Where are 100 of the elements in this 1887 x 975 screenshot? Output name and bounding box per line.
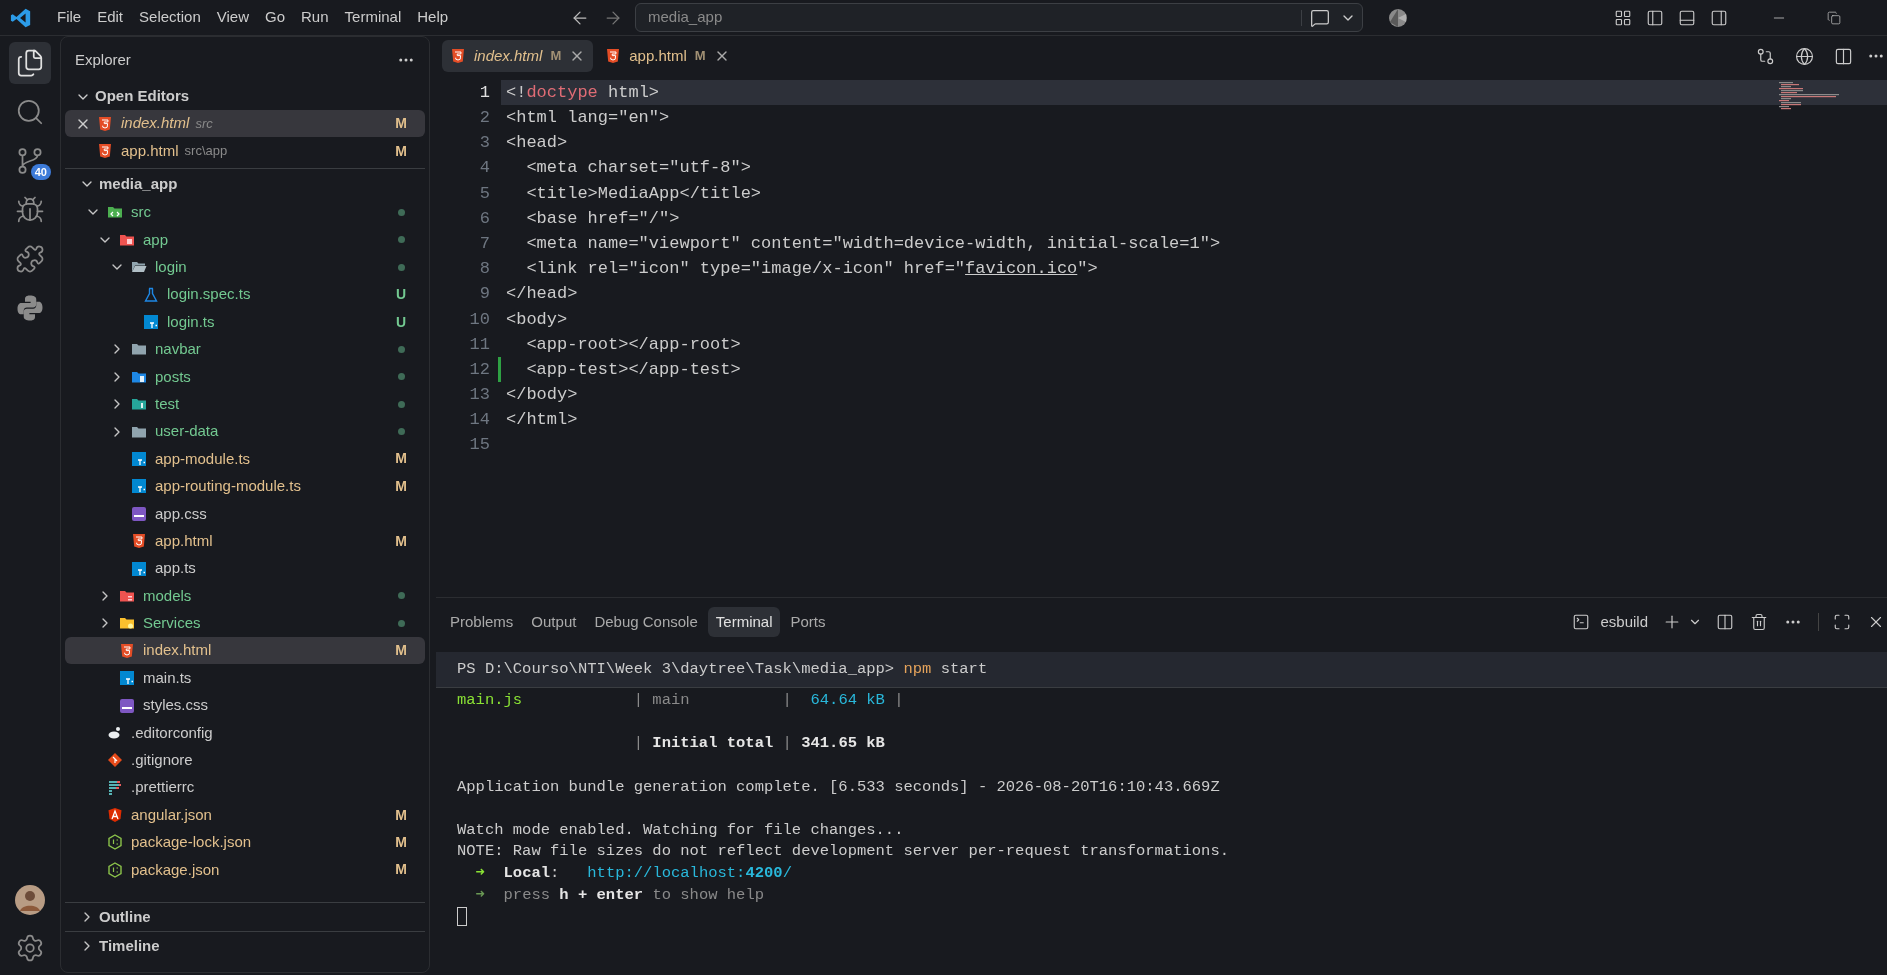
avatar-icon[interactable] — [15, 885, 45, 915]
terminal-cursor — [457, 907, 467, 927]
file-name: app-routing-module.ts — [155, 476, 301, 497]
git-status-letter: M — [394, 476, 408, 496]
file-name: main.ts — [143, 667, 192, 688]
code-line: <meta name="viewport" content="width=device-width, initial-scale=1"> — [525, 232, 1221, 255]
menu-item[interactable]: Help — [409, 3, 457, 32]
settings-icon[interactable] — [15, 933, 45, 963]
file-name: login.spec.ts — [167, 284, 251, 305]
editor-tab[interactable]: index.html M — [442, 40, 594, 72]
open-editor-row[interactable]: app.html src\app M — [65, 137, 425, 165]
html-file-icon — [605, 48, 622, 64]
editor-tab[interactable]: app.html M — [597, 40, 738, 72]
file-row[interactable]: app.ts — [65, 554, 425, 583]
code-line: <html lang="en"> — [506, 107, 670, 130]
count-badge: 40 — [30, 164, 51, 180]
line-number: 2 — [478, 107, 490, 130]
file-name: app-module.ts — [155, 448, 251, 469]
split-terminal-icon[interactable] — [1716, 613, 1734, 631]
trash-icon[interactable] — [1750, 613, 1768, 631]
folder-row[interactable]: Services — [65, 609, 425, 638]
file-row[interactable]: app-module.ts M — [65, 445, 425, 473]
git-status-letter: U — [394, 312, 408, 332]
terminal-line: NOTE: Raw file sizes do not reflect development server per-request transformations. — [457, 841, 1230, 863]
panel-toggle-icon[interactable] — [1678, 8, 1696, 27]
menu-item[interactable]: Run — [293, 3, 337, 32]
code-line: <base href="/"> — [525, 207, 680, 230]
panel-tab[interactable]: Output — [523, 607, 585, 637]
git-status-letter: M — [394, 531, 408, 551]
file-name: src — [131, 202, 151, 223]
activity-button[interactable] — [9, 42, 51, 84]
file-row[interactable]: index.html M — [65, 637, 425, 665]
file-row[interactable]: angular.json M — [65, 801, 425, 829]
file-row[interactable]: app.css — [65, 500, 425, 528]
files-icon — [15, 48, 45, 78]
secondary-sidebar-toggle-icon[interactable] — [1710, 8, 1728, 27]
file-row[interactable]: app.html M — [65, 527, 425, 555]
file-name: login — [155, 257, 187, 277]
file-row[interactable]: login.spec.ts U — [65, 280, 425, 309]
menu-item[interactable]: View — [208, 3, 257, 32]
folder-row[interactable]: models — [65, 582, 425, 610]
file-row[interactable]: .prettierrc — [65, 774, 425, 802]
sidebar-toggle-icon[interactable] — [1646, 8, 1664, 27]
open-editor-row[interactable]: index.html src M — [65, 110, 425, 138]
section-header[interactable]: media_app — [65, 167, 425, 199]
folder-row[interactable]: posts — [65, 363, 425, 391]
file-name: posts — [155, 366, 191, 387]
flask-icon — [143, 286, 159, 303]
folder-row[interactable]: user-data — [65, 417, 425, 446]
panel-tab[interactable]: Debug Console — [586, 607, 706, 637]
compare-icon[interactable] — [1756, 46, 1775, 66]
folder-row[interactable]: login — [65, 253, 425, 281]
folder-row[interactable]: src — [65, 198, 425, 227]
file-name: app.html — [121, 140, 179, 161]
folder-row[interactable]: test — [65, 390, 425, 418]
python-icon — [15, 293, 45, 323]
panel-tab[interactable]: Ports — [782, 607, 834, 637]
panel-tab[interactable]: Terminal — [707, 607, 781, 637]
globe-icon[interactable] — [1795, 46, 1814, 66]
file-row[interactable]: login.ts U — [65, 308, 425, 336]
file-row[interactable]: app-routing-module.ts M — [65, 472, 425, 501]
folder-icon — [131, 341, 147, 358]
css-file-icon — [119, 697, 135, 714]
terminal-icon — [1572, 613, 1591, 631]
file-row[interactable]: main.ts — [65, 664, 425, 692]
maximize-icon[interactable] — [1833, 613, 1851, 631]
panel-tab[interactable]: Problems — [442, 607, 522, 637]
restore-icon[interactable] — [1827, 10, 1841, 25]
code-line: <head> — [506, 132, 568, 155]
line-number: 13 — [468, 384, 490, 407]
line-number: 8 — [478, 258, 490, 281]
code-line: <app-test></app-test> — [525, 358, 741, 381]
terminal-name[interactable]: esbuild — [1600, 610, 1648, 634]
folder-row[interactable]: app — [65, 226, 425, 254]
command-center[interactable]: media_app — [635, 3, 1363, 32]
activity-button[interactable]: 40 — [9, 140, 51, 182]
file-row[interactable]: styles.css — [65, 691, 425, 720]
menu-item[interactable]: File — [49, 3, 90, 32]
chat-icon[interactable] — [1310, 7, 1330, 28]
bug-icon — [15, 195, 45, 225]
typescript-file-icon — [131, 451, 147, 467]
file-row[interactable]: package.json M — [65, 856, 425, 884]
code-line: </head> — [506, 283, 578, 306]
menu-item[interactable]: Go — [257, 3, 293, 32]
terminal-line: ➜ Local: http://localhost:4200/ — [474, 862, 792, 884]
section-header[interactable]: Outline — [65, 902, 425, 931]
file-row[interactable]: .gitignore — [65, 746, 425, 774]
file-row[interactable]: .editorconfig — [65, 719, 425, 747]
code-line: <meta charset="utf-8"> — [525, 157, 751, 180]
file-row[interactable]: package-lock.json M — [65, 828, 425, 857]
folder-row[interactable]: navbar — [65, 335, 425, 364]
section-header[interactable]: Open Editors — [61, 83, 429, 110]
terminal-line: main.js | main | 64.64 kB | — [457, 690, 904, 712]
layout-grid-icon[interactable] — [1614, 8, 1632, 27]
menu-item[interactable]: Selection — [131, 3, 209, 32]
split-editor-icon[interactable] — [1834, 46, 1853, 66]
puzzle-icon — [15, 244, 45, 274]
menu-item[interactable]: Edit — [89, 3, 132, 32]
section-header[interactable]: Timeline — [65, 931, 425, 960]
menu-item[interactable]: Terminal — [336, 3, 410, 32]
